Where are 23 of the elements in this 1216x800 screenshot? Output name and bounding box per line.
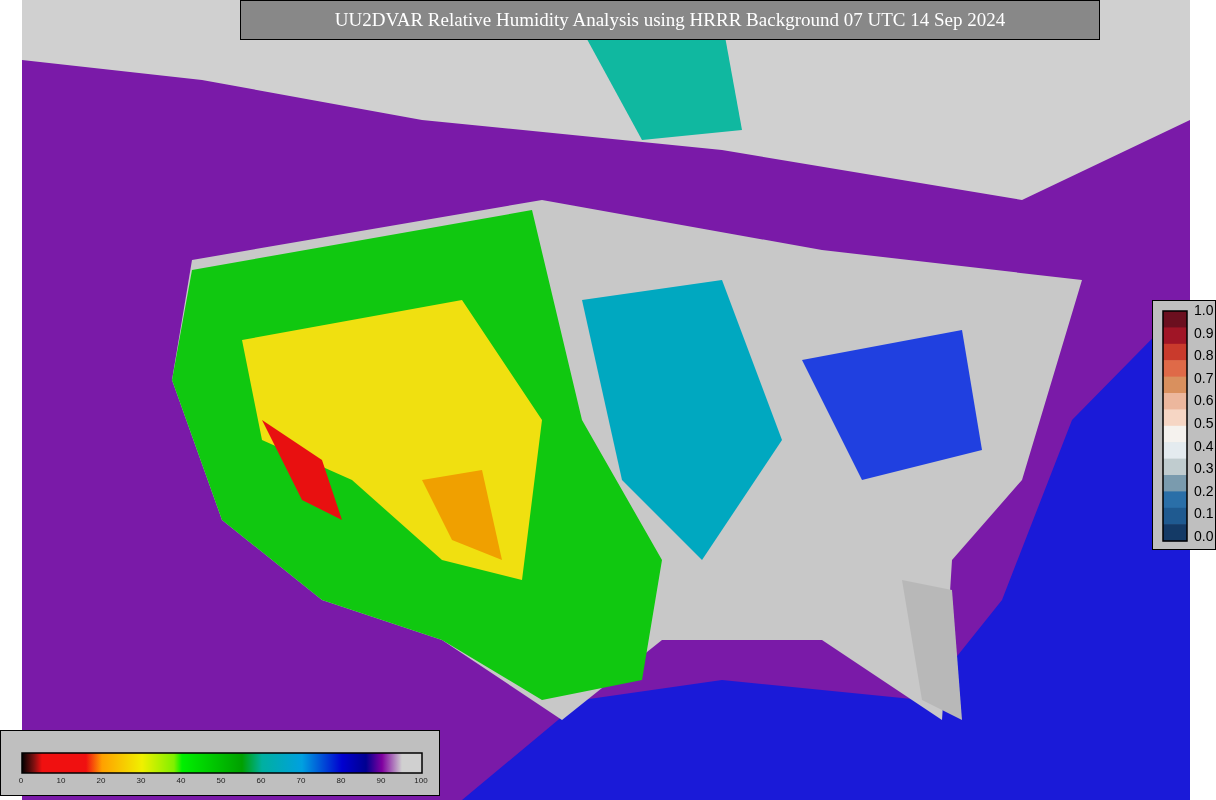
tick-label: 0.6 <box>1194 392 1214 409</box>
tick-label: 80 <box>335 776 347 786</box>
tick-label: 0 <box>17 776 25 786</box>
tick-label: 100 <box>413 776 429 786</box>
tick-label: 40 <box>175 776 187 786</box>
tick-label: 0.9 <box>1194 324 1214 341</box>
tick-label: 30 <box>135 776 147 786</box>
tick-label: 70 <box>295 776 307 786</box>
tick-label: 20 <box>95 776 107 786</box>
map-title: UU2DVAR Relative Humidity Analysis using HRRR Background 07 UTC 14 Sep 2024 <box>240 0 1100 40</box>
tick-label: 0.3 <box>1194 460 1214 477</box>
tick-label: 0.7 <box>1194 369 1214 386</box>
tick-label: 0.2 <box>1194 482 1214 499</box>
tick-label: 10 <box>55 776 67 786</box>
tick-label: 0.8 <box>1194 347 1214 364</box>
tick-label: 0.5 <box>1194 414 1214 431</box>
tick-label: 0.1 <box>1194 505 1214 522</box>
tick-label: 0.4 <box>1194 437 1214 454</box>
tick-label: 0.0 <box>1194 527 1214 544</box>
tick-label: 50 <box>215 776 227 786</box>
tick-label: 90 <box>375 776 387 786</box>
tick-label: 60 <box>255 776 267 786</box>
tick-label: 1.0 <box>1194 302 1214 318</box>
